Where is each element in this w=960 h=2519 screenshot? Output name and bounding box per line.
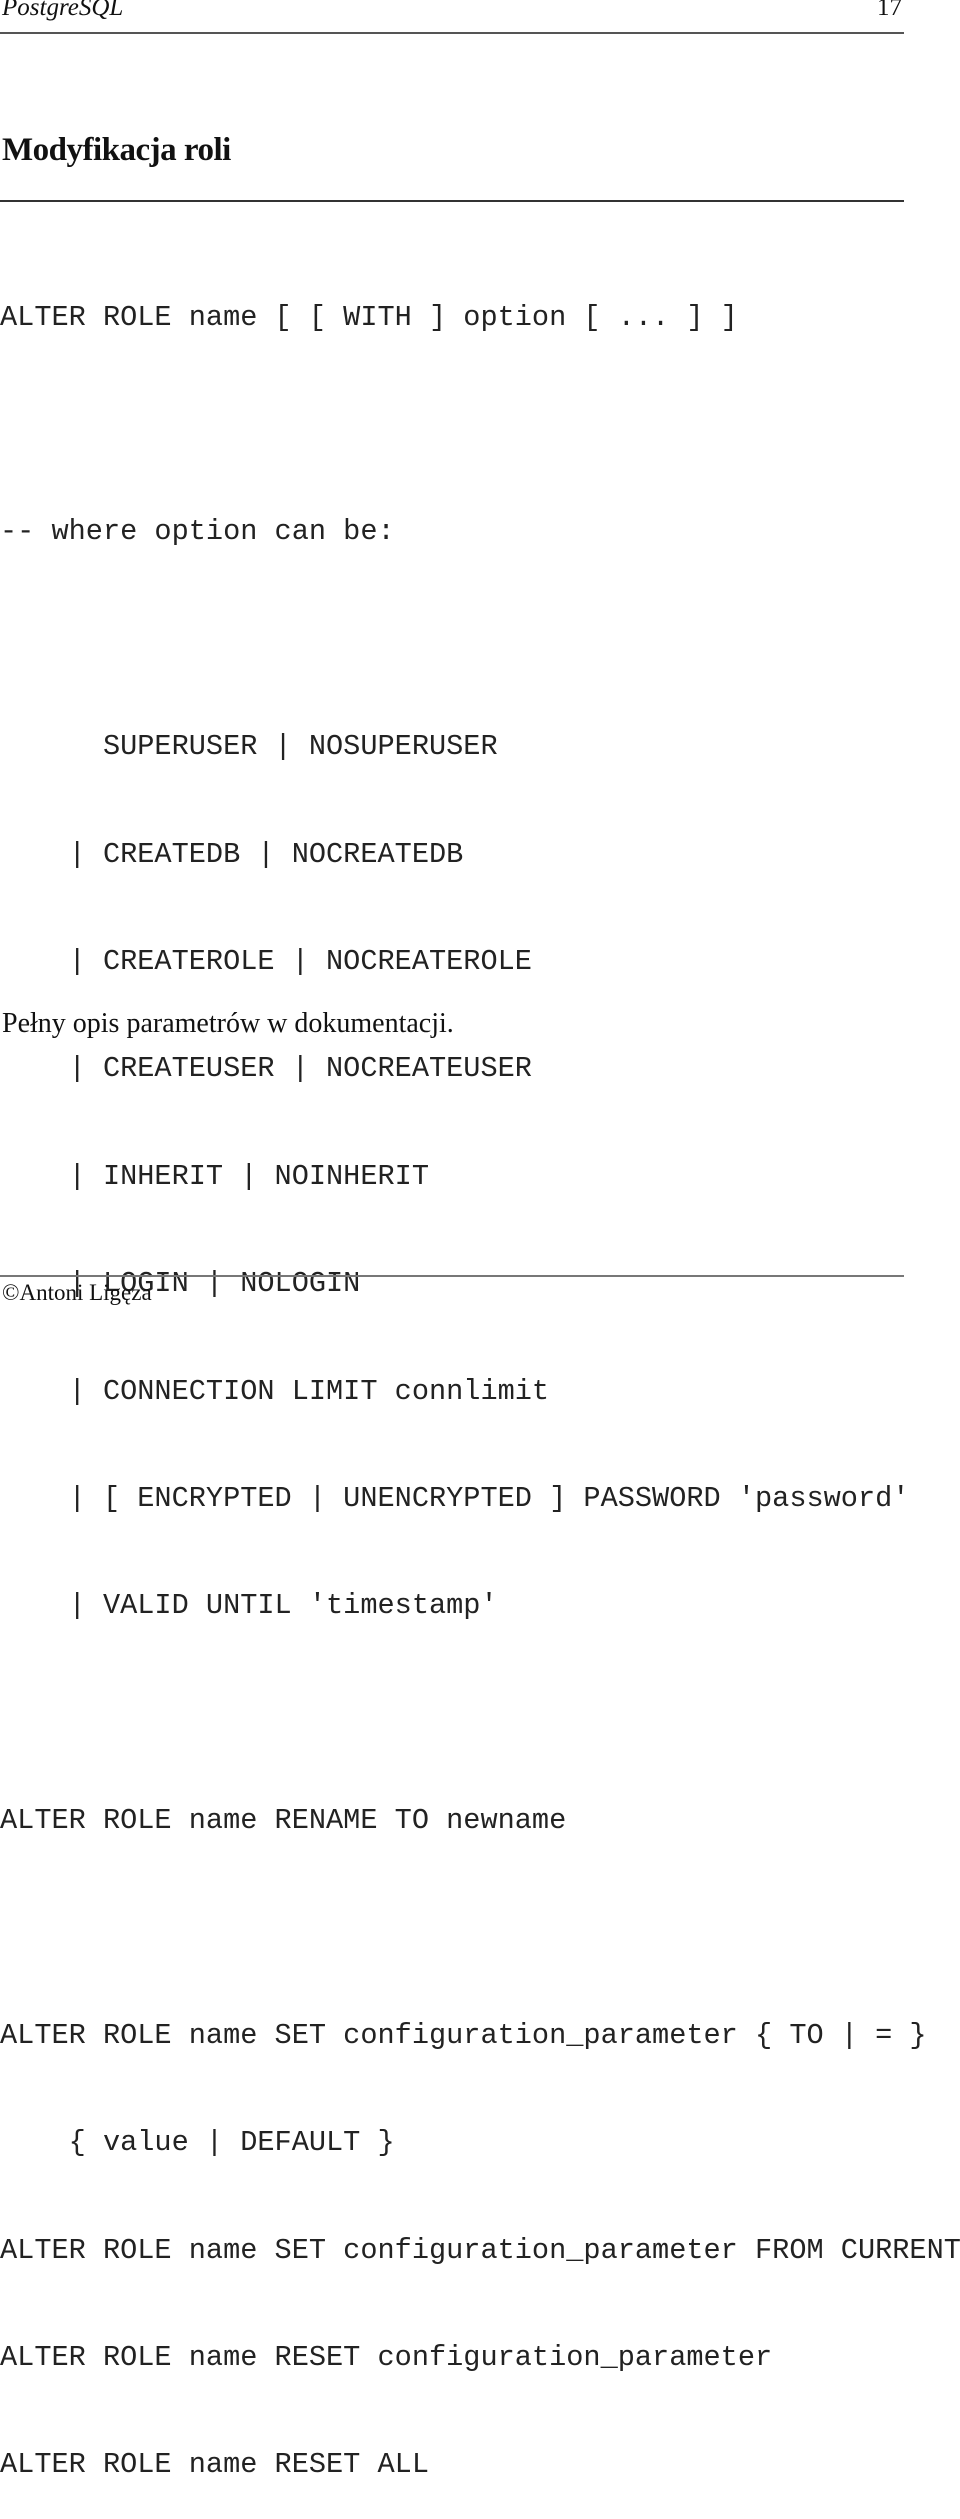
code-line: ALTER ROLE name SET configuration_parame…	[0, 2018, 927, 2052]
code-line: | CREATEDB | NOCREATEDB	[0, 837, 464, 871]
code-line: | CONNECTION LIMIT connlimit	[0, 1374, 550, 1408]
code-line: ALTER ROLE name [ [ WITH ] option [ ... …	[0, 300, 738, 334]
code-line: { value | DEFAULT }	[0, 2126, 395, 2160]
code-line: ALTER ROLE name RESET ALL	[0, 2448, 429, 2482]
code-line: ALTER ROLE name RESET configuration_para…	[0, 2341, 773, 2375]
code-line: | CREATEUSER | NOCREATEUSER	[0, 1052, 532, 1086]
footer-divider	[0, 1275, 904, 1277]
code-line: SUPERUSER | NOSUPERUSER	[0, 730, 498, 764]
code-line: -- where option can be:	[0, 515, 395, 549]
code-line: | [ ENCRYPTED | UNENCRYPTED ] PASSWORD '…	[0, 1481, 910, 1515]
code-line: ALTER ROLE name RENAME TO newname	[0, 1804, 567, 1838]
page-number: 17	[877, 0, 902, 21]
code-block: ALTER ROLE name [ [ WITH ] option [ ... …	[0, 228, 960, 2519]
code-line: | INHERIT | NOINHERIT	[0, 1159, 429, 1193]
header-title: PostgreSQL	[2, 0, 124, 21]
documentation-note: Pełny opis parametrów w dokumentacji.	[2, 1008, 454, 1039]
header-divider	[0, 32, 904, 34]
footer-copyright: ©Antoni Ligęza	[2, 1280, 152, 1305]
code-line: | CREATEROLE | NOCREATEROLE	[0, 944, 532, 978]
title-divider	[0, 200, 904, 202]
code-line: | VALID UNTIL 'timestamp'	[0, 1589, 498, 1623]
code-line: ALTER ROLE name SET configuration_parame…	[0, 2233, 960, 2267]
slide-title: Modyfikacja roli	[2, 132, 231, 168]
